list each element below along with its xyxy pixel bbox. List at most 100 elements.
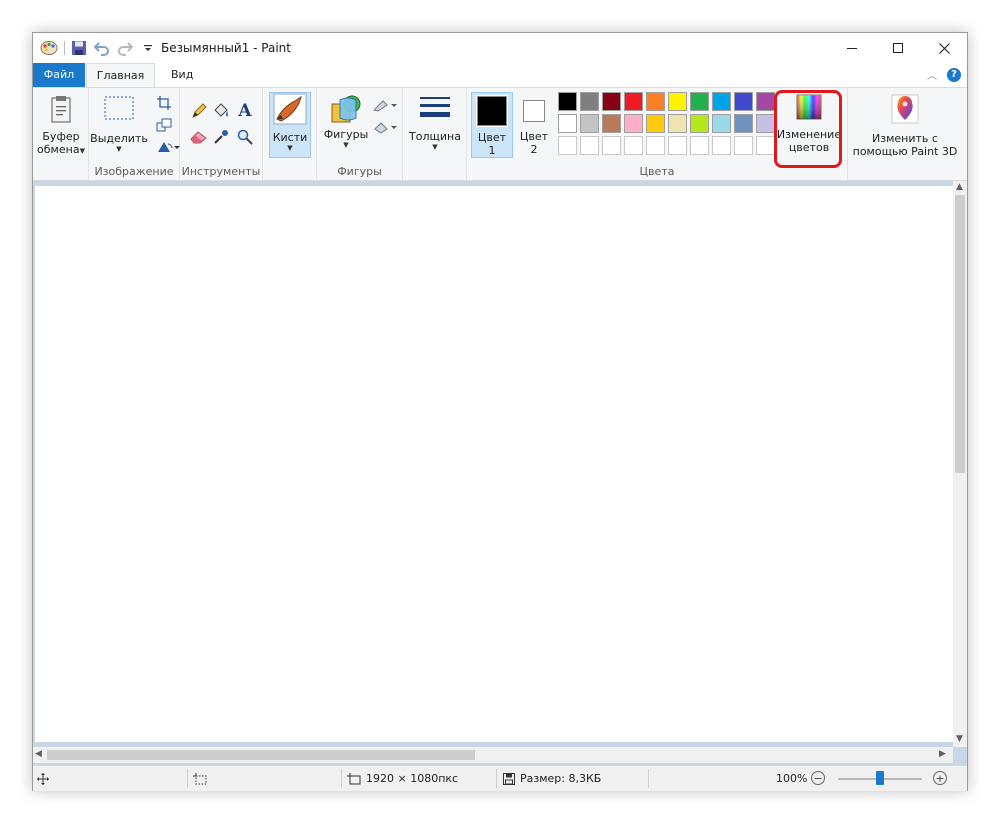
custom-color-slot[interactable]	[624, 136, 643, 155]
eraser-icon[interactable]	[190, 128, 208, 146]
shapes-dropdown-icon: ▼	[343, 141, 349, 149]
rotate-icon[interactable]	[155, 138, 181, 156]
thickness-dropdown-icon: ▼	[432, 143, 438, 151]
color-picker-icon[interactable]	[212, 128, 230, 146]
quick-access-toolbar	[39, 39, 161, 57]
file-size: Размер: 8,3КБ	[503, 766, 601, 791]
color-swatch[interactable]	[668, 92, 687, 111]
color-swatch[interactable]	[624, 114, 643, 133]
scroll-up-icon[interactable]: ▲	[956, 182, 963, 192]
crop-icon[interactable]	[155, 94, 173, 112]
color-swatch[interactable]	[558, 92, 577, 111]
minimize-button[interactable]	[829, 33, 875, 63]
tools-group-label: Инструменты	[181, 165, 261, 178]
title-bar: Безымянный1 - Paint	[33, 33, 967, 63]
undo-icon[interactable]	[92, 39, 112, 57]
zoom-out-button[interactable]: −	[811, 771, 825, 785]
shapes-button[interactable]: Фигуры ▼	[321, 94, 371, 158]
scroll-down-icon[interactable]: ▼	[956, 734, 963, 744]
color-swatch[interactable]	[646, 92, 665, 111]
minimize-icon	[847, 48, 857, 49]
thickness-label: Толщина	[409, 130, 461, 143]
thickness-button[interactable]: Толщина ▼	[405, 94, 465, 158]
custom-color-slot[interactable]	[734, 136, 753, 155]
custom-color-slot[interactable]	[668, 136, 687, 155]
horizontal-scroll-thumb[interactable]	[47, 750, 475, 760]
shapes-label: Фигуры	[323, 128, 369, 141]
custom-color-slot[interactable]	[580, 136, 599, 155]
tab-home[interactable]: Главная	[86, 63, 155, 87]
custom-color-slot[interactable]	[602, 136, 621, 155]
tab-file[interactable]: Файл	[33, 63, 85, 87]
ribbon-tabs: Файл Главная Вид ︿ ?	[33, 63, 967, 87]
custom-color-slot[interactable]	[646, 136, 665, 155]
vertical-scroll-thumb[interactable]	[955, 195, 965, 473]
custom-color-slot[interactable]	[690, 136, 709, 155]
selection-size-icon	[193, 766, 207, 791]
color-swatch[interactable]	[580, 114, 599, 133]
scroll-left-icon[interactable]: ◀	[35, 749, 42, 759]
collapse-ribbon-icon[interactable]: ︿	[927, 67, 937, 82]
brush-icon	[273, 93, 307, 125]
close-icon	[938, 42, 950, 54]
brushes-button[interactable]: Кисти ▼	[269, 92, 311, 158]
paint3d-label-2: помощью Paint 3D	[852, 145, 958, 158]
shapes-group-label: Фигуры	[337, 165, 382, 178]
select-button[interactable]: Выделить ▼	[90, 94, 148, 158]
disk-icon	[503, 772, 515, 785]
custom-color-slot[interactable]	[712, 136, 731, 155]
redo-icon[interactable]	[115, 39, 135, 57]
fill-icon[interactable]	[212, 102, 230, 120]
color1-button[interactable]: Цвет 1	[471, 92, 513, 158]
magnifier-icon[interactable]	[236, 128, 254, 146]
drawing-canvas[interactable]	[35, 186, 953, 742]
color2-button[interactable]: Цвет 2	[515, 92, 553, 158]
custom-color-slot[interactable]	[558, 136, 577, 155]
paint-window: Безымянный1 - Paint Файл Главная Вид ︿ ?	[32, 32, 968, 791]
color-swatch[interactable]	[624, 92, 643, 111]
thickness-icon	[420, 97, 450, 117]
color-swatch[interactable]	[690, 92, 709, 111]
color-swatch[interactable]	[602, 92, 621, 111]
color-swatch[interactable]	[668, 114, 687, 133]
color-swatch[interactable]	[602, 114, 621, 133]
scroll-right-icon[interactable]: ▶	[939, 749, 946, 759]
edit-with-paint3d-button[interactable]: Изменить с помощью Paint 3D	[852, 94, 958, 164]
color-swatch[interactable]	[756, 92, 775, 111]
group-image: Выделить ▼ Изображение	[89, 88, 180, 180]
zoom-level: 100%	[776, 772, 808, 785]
maximize-button[interactable]	[875, 33, 921, 63]
pencil-icon[interactable]	[190, 102, 208, 120]
help-icon[interactable]: ?	[947, 67, 961, 82]
horizontal-scrollbar[interactable]: ◀ ▶	[33, 747, 953, 763]
color-swatch[interactable]	[712, 114, 731, 133]
color-swatch[interactable]	[690, 114, 709, 133]
group-tools: A Инструменты	[180, 88, 263, 180]
outline-icon[interactable]	[373, 96, 399, 114]
color-swatch[interactable]	[734, 92, 753, 111]
custom-color-slot[interactable]	[756, 136, 775, 155]
color-swatch[interactable]	[756, 114, 775, 133]
shape-fill-icon[interactable]	[373, 118, 399, 136]
color-swatch[interactable]	[712, 92, 731, 111]
close-button[interactable]	[921, 33, 967, 63]
color-swatch[interactable]	[734, 114, 753, 133]
clipboard-button[interactable]: Буфер обмена▼	[37, 94, 85, 180]
color-swatch[interactable]	[558, 114, 577, 133]
color2-label-2: 2	[530, 143, 538, 156]
text-icon[interactable]: A	[236, 101, 254, 121]
resize-icon[interactable]	[155, 116, 173, 134]
zoom-slider-thumb[interactable]	[876, 771, 884, 785]
vertical-scrollbar[interactable]: ▲ ▼	[953, 181, 967, 747]
color-swatch[interactable]	[646, 114, 665, 133]
tab-view[interactable]: Вид	[159, 63, 205, 87]
paint-app-icon[interactable]	[39, 39, 59, 57]
color-swatch[interactable]	[580, 92, 599, 111]
color1-label-2: 1	[488, 144, 496, 157]
group-shapes: Фигуры ▼ Фигуры	[317, 88, 403, 180]
group-thickness: Толщина ▼	[403, 88, 467, 180]
zoom-in-button[interactable]: +	[933, 771, 947, 785]
save-icon[interactable]	[69, 39, 89, 57]
image-dimensions: 1920 × 1080пкс	[347, 766, 458, 791]
customize-qat-icon[interactable]	[138, 39, 158, 57]
